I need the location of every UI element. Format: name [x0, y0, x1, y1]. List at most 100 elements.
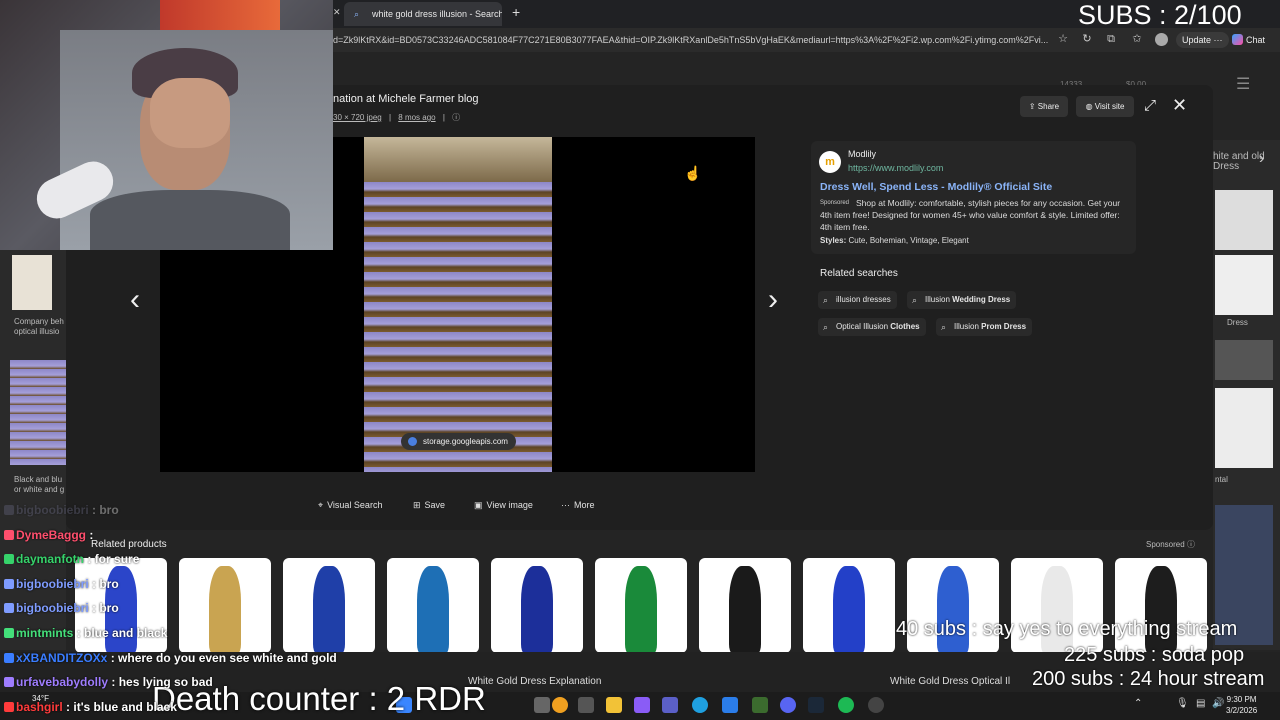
task-view-icon[interactable] [578, 697, 594, 713]
update-button[interactable]: Update ··· [1176, 32, 1229, 48]
game-icon[interactable] [752, 697, 768, 713]
store-icon[interactable] [722, 697, 738, 713]
result-thumbnail[interactable] [10, 360, 66, 465]
image-age: 8 mos ago [398, 113, 436, 122]
chat-badge-icon [4, 653, 14, 663]
chat-text: : bro [92, 601, 119, 615]
save-button[interactable]: ⊞ Save [413, 498, 445, 512]
chat-badge-icon [4, 628, 14, 638]
network-icon[interactable]: ▤ [1196, 698, 1205, 709]
chat-text: : for sure [87, 552, 140, 566]
chat-text: : blue and black [76, 626, 168, 640]
app-icon[interactable] [634, 697, 650, 713]
chevron-right-icon[interactable]: › [1259, 150, 1264, 168]
info-icon[interactable]: ⓘ [452, 113, 460, 122]
share-button[interactable]: ⇪ Share [1020, 96, 1068, 117]
related-chip[interactable]: ⌕ Optical Illusion Clothes [818, 318, 926, 336]
mic-icon[interactable]: 🎙 [1176, 698, 1189, 709]
file-explorer-icon[interactable] [606, 697, 622, 713]
advertiser-url[interactable]: https://www.modlily.com [848, 163, 943, 173]
result-thumbnail[interactable] [12, 255, 52, 310]
expand-icon[interactable]: ⤢ [1144, 97, 1156, 114]
chat-badge-icon [4, 579, 14, 589]
advertiser-logo[interactable]: m [819, 151, 841, 173]
search-icon: ⌕ [912, 295, 918, 305]
chat-message: mintmints : blue and black [4, 625, 167, 641]
address-field[interactable]: d=Zk9lKtRX&id=BD0573C33246ADC581084F77C2… [333, 31, 1053, 49]
view-image-button[interactable]: ▣ View image [474, 498, 533, 512]
teams-icon[interactable] [662, 697, 678, 713]
globe-icon: ◍ [1085, 102, 1095, 111]
share-icon: ⇪ [1028, 102, 1038, 111]
sub-goal: 225 subs : soda pop [1064, 644, 1245, 666]
info-icon[interactable]: ⓘ [1187, 540, 1195, 549]
result-title[interactable]: White Gold Dress Optical Il [890, 676, 1010, 687]
related-chip[interactable]: ⌕ Illusion Prom Dress [936, 318, 1033, 336]
result-thumbnail[interactable] [1215, 388, 1273, 468]
tab-active[interactable]: ⌕ white gold dress illusion - Search I [344, 2, 502, 26]
previous-arrow-icon[interactable]: ‹ [130, 285, 140, 315]
chat-username: bigboobiebri [16, 503, 89, 517]
product-image [417, 566, 449, 653]
refresh-icon[interactable]: ↻ [1081, 33, 1093, 45]
related-chip[interactable]: ⌕ Illusion Wedding Dress [907, 291, 1017, 309]
related-chip[interactable]: ⌕ illusion dresses [818, 291, 897, 309]
obs-icon[interactable] [868, 697, 884, 713]
product-card[interactable] [699, 558, 791, 653]
ad-title-link[interactable]: Dress Well, Spend Less - Modlily® Offici… [820, 181, 1052, 193]
new-tab-button[interactable]: + [512, 4, 520, 20]
product-card[interactable] [803, 558, 895, 653]
visit-site-button[interactable]: ◍ Visit site [1076, 96, 1134, 117]
clock[interactable]: 9:30 PM 3/2/2026 [1226, 694, 1257, 716]
close-icon[interactable]: ✕ [1172, 95, 1187, 116]
product-image [521, 566, 553, 653]
favorites-icon[interactable]: ✩ [1131, 33, 1143, 45]
tray-chevron-icon[interactable]: ⌃ [1134, 698, 1142, 709]
tab-label: white gold dress illusion - Search I [372, 9, 502, 19]
chat-username: daymanfotn [16, 552, 85, 566]
product-card[interactable] [283, 558, 375, 653]
chat-badge-icon [4, 603, 14, 613]
result-title[interactable]: White Gold Dress Explanation [468, 676, 601, 687]
chat-text: : where do you even see white and gold [110, 651, 337, 665]
product-card[interactable] [595, 558, 687, 653]
copilot-icon [1232, 34, 1243, 45]
product-image [729, 566, 761, 653]
extensions-icon[interactable]: ⧉ [1105, 33, 1117, 45]
edge-icon[interactable] [692, 697, 708, 713]
product-card[interactable] [387, 558, 479, 653]
source-favicon-icon [408, 437, 417, 446]
product-card[interactable] [491, 558, 583, 653]
dress-image-top [364, 137, 552, 182]
volume-icon[interactable]: 🔊 [1212, 698, 1224, 709]
image-title[interactable]: nation at Michele Farmer blog [333, 93, 479, 105]
image-size: 30 × 720 jpeg [333, 113, 382, 122]
copilot-chat-button[interactable]: Chat [1232, 32, 1265, 48]
close-tab-icon[interactable]: ✕ [333, 7, 341, 18]
spotify-icon[interactable] [838, 697, 854, 713]
result-thumbnail[interactable] [1215, 190, 1273, 250]
menu-icon[interactable]: ☰ [1236, 74, 1250, 94]
search-icon: ⌕ [941, 322, 947, 332]
source-chip[interactable]: storage.googleapis.com [401, 433, 516, 450]
next-arrow-icon[interactable]: › [768, 285, 778, 315]
chat-text: : hes lying so bad [111, 675, 213, 689]
advertiser-name[interactable]: Modlily [848, 149, 876, 159]
avatar[interactable] [1155, 33, 1168, 46]
steam-icon[interactable] [808, 697, 824, 713]
search-icon: ⌕ [823, 322, 829, 332]
copilot-taskbar-icon[interactable] [534, 697, 550, 713]
result-thumbnail[interactable] [1215, 340, 1273, 380]
ad-description: Shop at Modlily: comfortable, stylish pi… [820, 198, 1121, 232]
result-caption: Black and blu or white and g [14, 475, 65, 494]
more-dots-icon: ··· [561, 500, 570, 510]
chrome-icon[interactable] [552, 697, 568, 713]
discord-icon[interactable] [780, 697, 796, 713]
visual-search-button[interactable]: ⌖ Visual Search [318, 498, 382, 512]
product-card[interactable] [179, 558, 271, 653]
dress-image[interactable] [364, 137, 552, 472]
more-button[interactable]: ··· More [561, 498, 595, 512]
result-thumbnail[interactable] [1215, 255, 1273, 315]
right-results-column: hite and old Dress › Dress ntal [1213, 140, 1280, 650]
favorite-star-icon[interactable]: ☆ [1057, 33, 1069, 45]
